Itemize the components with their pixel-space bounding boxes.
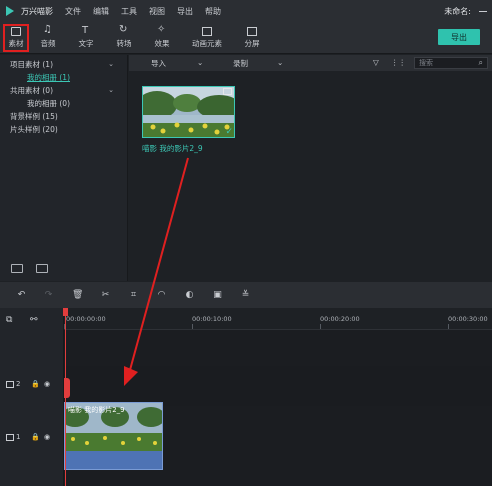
annotation-arrow (124, 157, 189, 386)
